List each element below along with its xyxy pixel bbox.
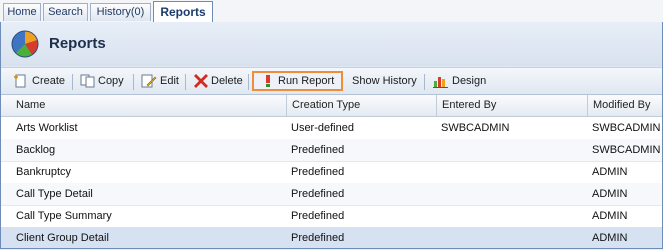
toolbar-divider	[248, 74, 249, 90]
delete-x-icon	[194, 74, 208, 88]
run-report-button[interactable]: Run Report	[252, 71, 343, 91]
cell-entered-by	[436, 139, 587, 161]
copy-icon	[80, 74, 95, 88]
cell-name: Call Type Summary	[16, 210, 112, 222]
toolbar: Create Copy Edit Delete Run Report Show …	[1, 67, 662, 95]
cell-modified-by: SWBCADMIN	[592, 144, 661, 156]
cell-modified-by: ADMIN	[592, 210, 628, 222]
cell-name: Backlog	[16, 144, 56, 156]
cell-modified-by: SWBCADMIN	[592, 122, 661, 134]
cell-entered-by: SWBCADMIN	[441, 122, 510, 134]
cell-name: Client Group Detail	[16, 232, 109, 244]
design-label: Design	[452, 75, 487, 87]
table-row[interactable]: Backlog Predefined SWBCADMIN	[1, 139, 662, 162]
toolbar-divider	[72, 74, 73, 90]
copy-button[interactable]: Copy	[80, 71, 128, 91]
toolbar-divider	[133, 74, 134, 90]
cell-creation-type: User-defined	[291, 122, 354, 134]
cell-name: Arts Worklist	[16, 122, 78, 134]
create-icon	[14, 74, 26, 88]
table-row[interactable]: Call Type Detail Predefined ADMIN	[1, 183, 662, 206]
cell-creation-type: Predefined	[291, 232, 345, 244]
cell-modified-by: ADMIN	[592, 188, 628, 200]
cell-entered-by	[436, 161, 587, 183]
title-row: Reports	[1, 22, 662, 66]
cell-creation-type: Predefined	[291, 210, 345, 222]
design-chart-icon	[433, 77, 448, 88]
delete-button[interactable]: Delete	[193, 71, 245, 91]
column-header-creation-type[interactable]: Creation Type	[286, 95, 436, 116]
table-row[interactable]: Arts Worklist User-defined SWBCADMIN SWB…	[1, 117, 662, 140]
show-history-label: Show History	[352, 75, 417, 87]
cell-name: Bankruptcy	[16, 166, 72, 178]
edit-label: Edit	[160, 75, 179, 87]
cell-name: Call Type Detail	[16, 188, 93, 200]
reports-panel: Reports Create Copy Edit Delete Run Repo…	[0, 22, 663, 249]
page-title: Reports	[49, 35, 106, 52]
toolbar-divider	[424, 74, 425, 90]
cell-entered-by	[436, 183, 587, 205]
create-label: Create	[32, 75, 66, 87]
tab-reports[interactable]: Reports	[153, 1, 213, 23]
edit-button[interactable]: Edit	[141, 71, 181, 91]
table-row-selected[interactable]: Client Group Detail Predefined ADMIN	[1, 227, 662, 248]
column-header-entered-by[interactable]: Entered By	[436, 95, 587, 116]
table-row[interactable]: Call Type Summary Predefined ADMIN	[1, 205, 662, 228]
tab-home[interactable]: Home	[3, 3, 41, 21]
cell-creation-type: Predefined	[291, 188, 345, 200]
cell-entered-by	[436, 227, 587, 248]
cell-modified-by: ADMIN	[592, 166, 628, 178]
cell-entered-by	[436, 205, 587, 227]
table-header: Name Creation Type Entered By Modified B…	[1, 95, 662, 117]
edit-pencil-icon	[141, 74, 157, 88]
tab-search[interactable]: Search	[43, 3, 88, 21]
cell-modified-by: ADMIN	[592, 232, 628, 244]
cell-creation-type: Predefined	[291, 144, 345, 156]
tab-bar: Home Search History(0) Reports	[0, 0, 663, 23]
toolbar-divider	[185, 74, 186, 90]
create-button[interactable]: Create	[13, 71, 67, 91]
reports-table: Name Creation Type Entered By Modified B…	[1, 95, 662, 248]
cell-creation-type: Predefined	[291, 166, 345, 178]
run-report-icon	[266, 75, 270, 87]
delete-label: Delete	[211, 75, 243, 87]
design-button[interactable]: Design	[433, 71, 488, 91]
column-header-name[interactable]: Name	[11, 95, 286, 116]
show-history-button[interactable]: Show History	[352, 71, 420, 91]
reports-pie-chart-icon	[11, 30, 39, 58]
column-header-modified-by[interactable]: Modified By	[587, 95, 662, 116]
copy-label: Copy	[98, 75, 124, 87]
run-report-label: Run Report	[278, 75, 335, 87]
table-row[interactable]: Bankruptcy Predefined ADMIN	[1, 161, 662, 184]
tab-history[interactable]: History(0)	[90, 3, 151, 21]
